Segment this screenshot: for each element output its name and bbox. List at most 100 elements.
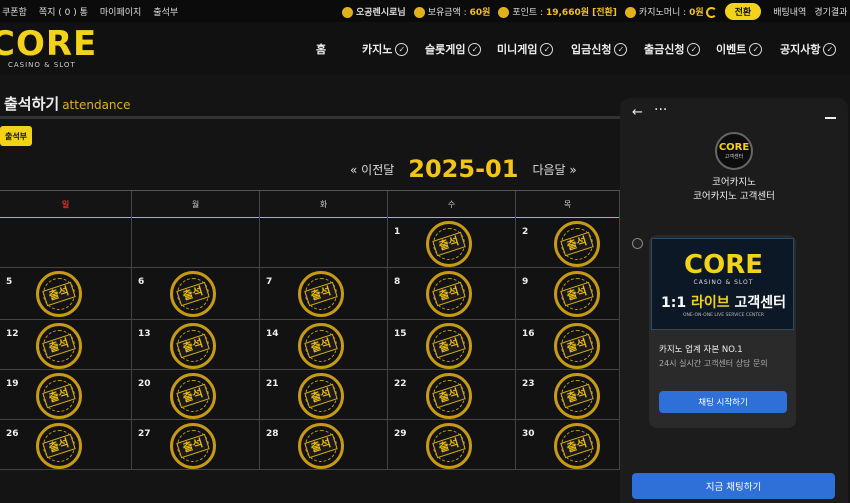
day-number: 19 <box>6 379 19 389</box>
next-month-link[interactable]: 다음달 » <box>532 161 576 178</box>
points-info[interactable]: 포인트 : 19,660원 [전환] <box>498 5 617 18</box>
stamp-label: 출석 <box>560 231 594 257</box>
live-center-banner: CORE CASINO & SLOT 1:1 라이브 고객센터 ONE-ON-O… <box>651 238 794 330</box>
nav-minigame[interactable]: 미니게임 ✓ <box>497 41 554 57</box>
stamp-label: 출석 <box>304 281 338 307</box>
balance-coin-icon <box>413 6 425 18</box>
user-info: 오공렌시로님 <box>342 5 406 18</box>
dayname-header: 수 <box>388 191 516 219</box>
day-number: 2 <box>522 227 529 237</box>
calendar-day-cell: 21 출석 <box>260 370 388 420</box>
calendar-day-cell: 6 출석 <box>132 268 260 320</box>
coupon-link[interactable]: 쿠폰함 <box>2 5 27 18</box>
day-number: 29 <box>394 429 407 439</box>
day-number: 30 <box>522 429 535 439</box>
attendance-stamp-icon: 출석 <box>170 271 216 317</box>
nav-slot[interactable]: 슬롯게임 ✓ <box>425 41 482 57</box>
messages-link[interactable]: 쪽지 ( 0 ) 통 <box>39 5 88 18</box>
day-number: 27 <box>138 429 151 439</box>
refresh-icon[interactable] <box>705 6 717 18</box>
calendar-day-cell: 29 출석 <box>388 420 516 470</box>
check-circle-icon: ✓ <box>614 42 628 56</box>
attendance-stamp-icon: 출석 <box>170 423 216 469</box>
chat-widget: ← ··· CORE 고객센터 코어카지노 코어카지노 고객센터 CORE CA… <box>620 98 848 503</box>
casino-coin-icon <box>624 6 636 18</box>
stamp-label: 출석 <box>560 433 594 459</box>
attendance-stamp-icon: 출석 <box>36 323 82 369</box>
attendance-stamp-icon: 출석 <box>298 323 344 369</box>
nav-casino[interactable]: 카지노 ✓ <box>362 41 409 57</box>
day-number: 16 <box>522 329 535 339</box>
check-circle-icon: ✓ <box>749 42 763 56</box>
current-month: 2025-01 <box>408 155 519 183</box>
attendance-stamp-icon: 출석 <box>36 271 82 317</box>
check-circle-icon: ✓ <box>468 42 482 56</box>
minimize-icon[interactable] <box>825 117 836 119</box>
nav-event[interactable]: 이벤트 ✓ <box>716 41 763 57</box>
card-description: 24시 실시간 고객센터 상담 문의 <box>659 359 768 368</box>
attendance-stamp-icon: 출석 <box>170 323 216 369</box>
attendance-stamp-icon: 출석 <box>298 423 344 469</box>
day-number: 28 <box>266 429 279 439</box>
check-circle-icon: ✓ <box>540 42 554 56</box>
calendar-day-cell: 30 출석 <box>516 420 620 470</box>
calendar-day-cell <box>132 218 260 268</box>
stamp-label: 출석 <box>432 433 466 459</box>
nav-withdraw[interactable]: 출금신청 ✓ <box>644 41 701 57</box>
attendance-stamp-icon: 출석 <box>426 323 472 369</box>
nav-notice[interactable]: 공지사항 ✓ <box>780 41 837 57</box>
calendar-day-cell: 9 출석 <box>516 268 620 320</box>
prev-month-link[interactable]: « 이전달 <box>350 161 394 178</box>
attendance-stamp-icon: 출석 <box>298 271 344 317</box>
stamp-label: 출석 <box>304 433 338 459</box>
stamp-label: 출석 <box>432 281 466 307</box>
swap-button[interactable]: 전환 <box>724 2 762 20</box>
stamp-label: 출석 <box>432 383 466 409</box>
stamp-label: 출석 <box>42 281 76 307</box>
calendar-day-cell: 27 출석 <box>132 420 260 470</box>
user-coin-icon <box>342 6 353 18</box>
day-number: 8 <box>394 277 401 287</box>
game-results-link[interactable]: 경기결과 <box>814 5 847 18</box>
attendance-button[interactable]: 출석부 <box>0 126 32 146</box>
chat-agent-name: 코어카지노 코어카지노 고객센터 <box>693 177 775 202</box>
casino-money-info: 카지노머니 : 0원 <box>624 5 717 18</box>
back-arrow-icon[interactable]: ← <box>632 105 643 120</box>
attendance-link[interactable]: 출석부 <box>153 5 178 18</box>
calendar-day-cell: 28 출석 <box>260 420 388 470</box>
attendance-stamp-icon: 출석 <box>36 373 82 419</box>
stamp-label: 출석 <box>42 383 76 409</box>
stamp-label: 출석 <box>176 333 210 359</box>
attendance-calendar: 일월화수목 1 출석 2 출석 5 출석 6 출석 7 출석 8 출석 9 출석 12 출석 13 출석 14 출석 1… <box>0 190 620 474</box>
day-number: 1 <box>394 227 401 237</box>
attendance-stamp-icon: 출석 <box>426 221 472 267</box>
chat-now-button[interactable]: 지금 채팅하기 <box>632 473 835 499</box>
attendance-stamp-icon: 출석 <box>554 373 600 419</box>
nav-deposit[interactable]: 입금신청 ✓ <box>571 41 628 57</box>
nav-home[interactable]: 홈 <box>316 41 326 57</box>
message-avatar <box>632 238 643 249</box>
day-number: 6 <box>138 277 145 287</box>
calendar-day-cell: 19 출석 <box>0 370 132 420</box>
stamp-label: 출석 <box>304 333 338 359</box>
day-number: 5 <box>6 277 13 287</box>
day-number: 26 <box>6 429 19 439</box>
attendance-stamp-icon: 출석 <box>554 323 600 369</box>
site-logo[interactable]: CORE CASINO & SLOT <box>0 27 100 71</box>
bet-history-link[interactable]: 배팅내역 <box>773 5 806 18</box>
points-coin-icon <box>498 6 510 18</box>
stamp-label: 출석 <box>432 231 466 257</box>
start-chat-button[interactable]: 채팅 시작하기 <box>659 391 787 413</box>
calendar-day-cell: 12 출석 <box>0 320 132 370</box>
day-number: 22 <box>394 379 407 389</box>
more-dots-icon[interactable]: ··· <box>654 102 667 118</box>
month-navigator: « 이전달 2025-01 다음달 » <box>350 152 577 186</box>
calendar-day-cell: 15 출석 <box>388 320 516 370</box>
mypage-link[interactable]: 마이페이지 <box>100 5 141 18</box>
stamp-label: 출석 <box>176 281 210 307</box>
top-bar: 쿠폰함 쪽지 ( 0 ) 통 마이페이지 출석부 오공렌시로님 보유금액 : 6… <box>0 0 850 22</box>
day-number: 13 <box>138 329 151 339</box>
day-number: 9 <box>522 277 529 287</box>
calendar-day-cell: 14 출석 <box>260 320 388 370</box>
calendar-day-cell: 8 출석 <box>388 268 516 320</box>
